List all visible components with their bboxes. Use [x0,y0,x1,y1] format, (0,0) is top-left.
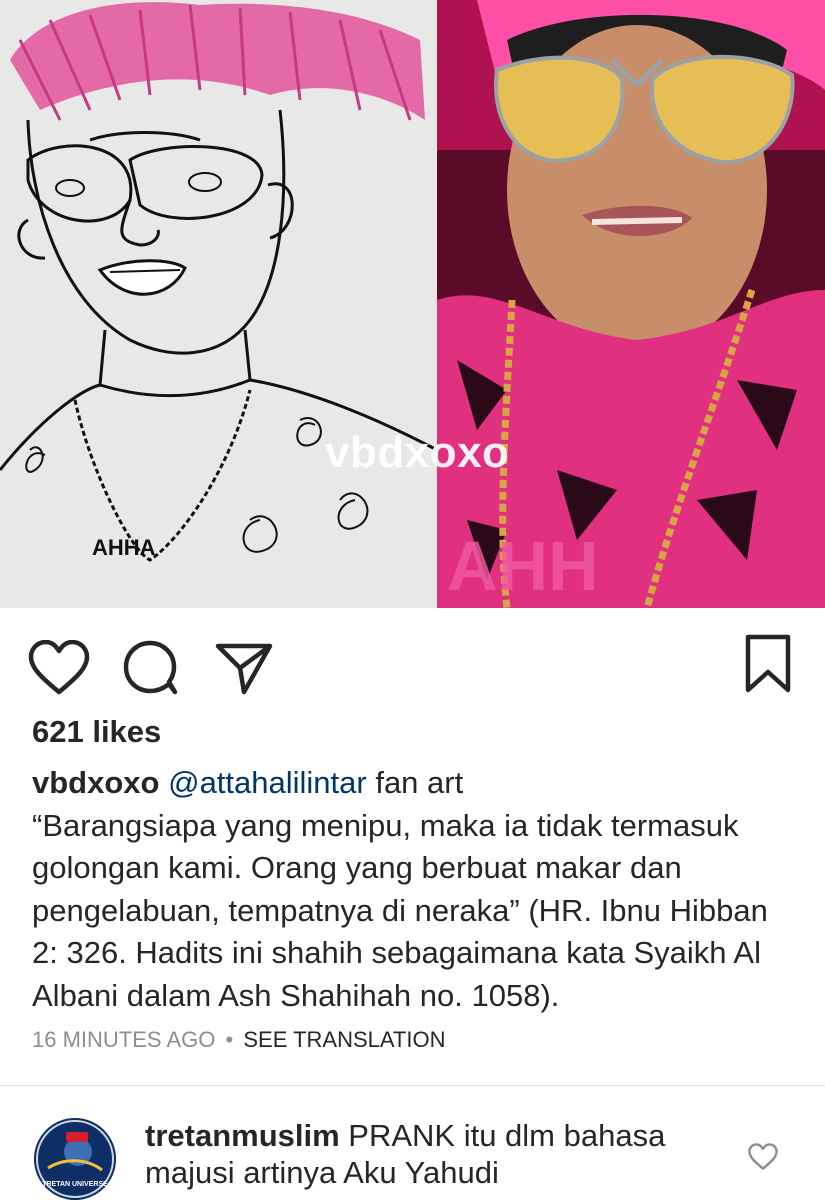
post-meta: 16 MINUTES AGO • SEE TRANSLATION [32,1027,445,1053]
post-image[interactable]: AHHA AHH vbdxoxo [0,0,825,608]
comment-heart-icon[interactable] [748,1143,778,1171]
caption-username[interactable]: vbdxoxo [32,765,159,800]
post-action-bar [0,608,825,708]
comment-bubble-icon[interactable] [122,640,180,696]
bookmark-icon[interactable] [744,634,792,694]
post-caption: vbdxoxo @attahalilintar fan art “Barangs… [32,762,802,1017]
heart-icon[interactable] [28,640,90,696]
post-timestamp: 16 MINUTES AGO [32,1027,216,1052]
caption-text: fan art [366,765,464,800]
watermark: vbdxoxo [325,428,510,477]
fan-art-drawing: AHHA [0,0,437,608]
see-translation-link[interactable]: SEE TRANSLATION [243,1027,445,1052]
svg-text:AHH: AHH [447,527,599,605]
comment-username[interactable]: tretanmuslim [145,1118,340,1153]
svg-text:AHHA: AHHA [92,535,156,560]
caption-mention[interactable]: @attahalilintar [168,765,367,800]
comment: tretanmuslim PRANK itu dlm bahasa majusi… [145,1117,745,1191]
avatar[interactable]: TRETAN UNIVERSE [34,1118,116,1200]
divider [0,1085,825,1086]
like-count[interactable]: 621 likes [32,714,161,750]
separator-dot: • [225,1027,234,1052]
avatar-text: TRETAN UNIVERSE [42,1181,108,1188]
paper-plane-icon[interactable] [214,640,274,696]
caption-quote: “Barangsiapa yang menipu, maka ia tidak … [32,807,768,1013]
photo: AHH [437,0,825,608]
